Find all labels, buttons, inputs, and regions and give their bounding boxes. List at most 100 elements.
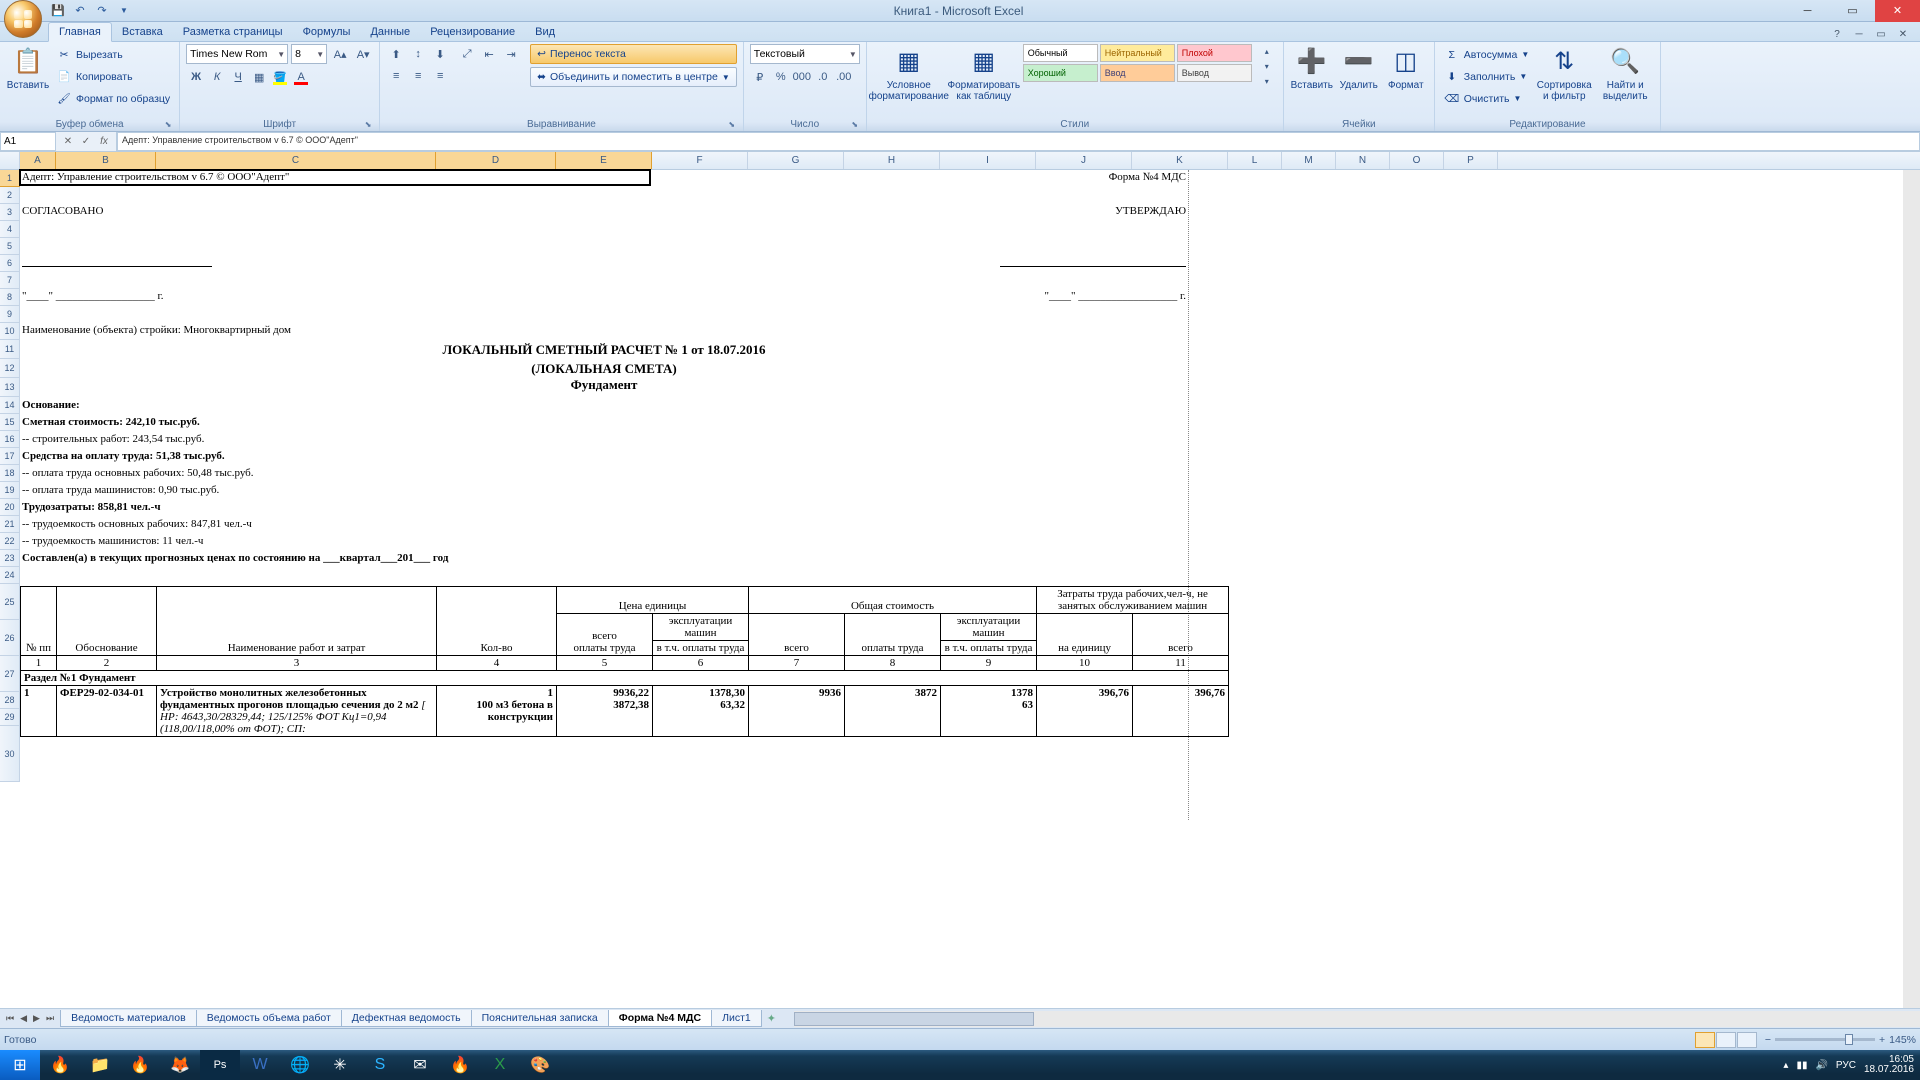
- insert-cells-button[interactable]: ➕Вставить: [1290, 44, 1334, 91]
- vertical-scrollbar[interactable]: [1903, 170, 1920, 1008]
- row-header-24[interactable]: 24: [0, 567, 20, 584]
- row-header-27[interactable]: 27: [0, 656, 20, 692]
- style-swatch[interactable]: Ввод: [1100, 64, 1175, 82]
- row-header-25[interactable]: 25: [0, 584, 20, 620]
- wrap-text-button[interactable]: ↩Перенос текста: [530, 44, 737, 64]
- view-page-layout-icon[interactable]: [1716, 1032, 1736, 1048]
- dialog-launcher-icon[interactable]: ⬊: [850, 120, 860, 130]
- font-color-button[interactable]: A: [291, 67, 311, 87]
- fill-color-button[interactable]: 🪣: [270, 67, 290, 87]
- col-header-I[interactable]: I: [940, 152, 1036, 169]
- row-header-23[interactable]: 23: [0, 550, 20, 567]
- row-header-13[interactable]: 13: [0, 378, 20, 397]
- row-header-11[interactable]: 11: [0, 340, 20, 359]
- row-header-19[interactable]: 19: [0, 482, 20, 499]
- align-middle-icon[interactable]: ↕: [408, 44, 428, 64]
- sheet-tab[interactable]: Пояснительная записка: [471, 1010, 609, 1027]
- currency-icon[interactable]: ₽: [750, 67, 770, 87]
- delete-cells-button[interactable]: ➖Удалить: [1337, 44, 1381, 91]
- tray-expand-icon[interactable]: ▴: [1783, 1060, 1788, 1071]
- horizontal-scrollbar[interactable]: [794, 1011, 1920, 1027]
- row-header-7[interactable]: 7: [0, 272, 20, 289]
- paste-button[interactable]: 📋 Вставить: [6, 44, 50, 91]
- formula-input[interactable]: Адепт: Управление строительством v 6.7 ©…: [117, 132, 1920, 151]
- col-header-O[interactable]: O: [1390, 152, 1444, 169]
- row-header-10[interactable]: 10: [0, 323, 20, 340]
- find-select-button[interactable]: 🔍Найти и выделить: [1596, 44, 1654, 102]
- number-format-combo[interactable]: Текстовый▼: [750, 44, 860, 64]
- sheet-nav-last-icon[interactable]: ⏭: [44, 1013, 56, 1024]
- format-painter-button[interactable]: 🖌Формат по образцу: [53, 88, 173, 109]
- format-as-table-button[interactable]: ▦Форматировать как таблицу: [948, 44, 1020, 102]
- font-name-combo[interactable]: Times New Rom▼: [186, 44, 288, 64]
- row-header-29[interactable]: 29: [0, 709, 20, 726]
- dialog-launcher-icon[interactable]: ⬊: [727, 120, 737, 130]
- conditional-format-button[interactable]: ▦Условное форматирование: [873, 44, 945, 102]
- zoom-slider[interactable]: [1775, 1038, 1875, 1041]
- col-header-P[interactable]: P: [1444, 152, 1498, 169]
- col-header-J[interactable]: J: [1036, 152, 1132, 169]
- percent-icon[interactable]: %: [771, 67, 791, 87]
- col-header-E[interactable]: E: [556, 152, 652, 169]
- style-swatch[interactable]: Обычный: [1023, 44, 1098, 62]
- cell-styles-gallery[interactable]: ОбычныйНейтральныйПлохойХорошийВводВывод: [1023, 44, 1252, 82]
- style-swatch[interactable]: Хороший: [1023, 64, 1098, 82]
- tray-volume-icon[interactable]: 🔊: [1815, 1060, 1827, 1071]
- align-top-icon[interactable]: ⬆: [386, 44, 406, 64]
- bold-button[interactable]: Ж: [186, 67, 206, 87]
- italic-button[interactable]: К: [207, 67, 227, 87]
- row-header-4[interactable]: 4: [0, 221, 20, 238]
- tab-review[interactable]: Рецензирование: [420, 23, 525, 41]
- help-icon[interactable]: ?: [1828, 27, 1846, 41]
- sheet-nav-next-icon[interactable]: ▶: [31, 1013, 42, 1024]
- sheet-nav-prev-icon[interactable]: ◀: [18, 1013, 29, 1024]
- row-header-8[interactable]: 8: [0, 289, 20, 306]
- tab-view[interactable]: Вид: [525, 23, 565, 41]
- zoom-level[interactable]: 145%: [1889, 1034, 1916, 1046]
- col-header-H[interactable]: H: [844, 152, 940, 169]
- qat-dropdown-icon[interactable]: ▼: [116, 3, 132, 19]
- font-size-combo[interactable]: 8▼: [291, 44, 327, 64]
- col-header-M[interactable]: M: [1282, 152, 1336, 169]
- row-header-16[interactable]: 16: [0, 431, 20, 448]
- tab-home[interactable]: Главная: [48, 22, 112, 42]
- taskbar-app-4[interactable]: 🔥: [440, 1050, 480, 1080]
- orientation-icon[interactable]: ⤢: [457, 44, 477, 64]
- col-header-G[interactable]: G: [748, 152, 844, 169]
- mdi-close[interactable]: ✕: [1894, 27, 1912, 41]
- select-all-corner[interactable]: [0, 152, 20, 169]
- tab-formulas[interactable]: Формулы: [293, 23, 361, 41]
- cancel-formula-icon[interactable]: ✕: [60, 136, 76, 147]
- row-header-18[interactable]: 18: [0, 465, 20, 482]
- office-button[interactable]: [4, 0, 42, 38]
- new-sheet-icon[interactable]: ✦: [761, 1012, 782, 1025]
- fill-button[interactable]: ⬇Заполнить▼: [1441, 66, 1532, 87]
- taskbar-app-3[interactable]: ✳: [320, 1050, 360, 1080]
- view-normal-icon[interactable]: [1695, 1032, 1715, 1048]
- taskbar-app-2[interactable]: 🔥: [120, 1050, 160, 1080]
- style-swatch[interactable]: Плохой: [1177, 44, 1252, 62]
- copy-button[interactable]: 📄Копировать: [53, 66, 173, 87]
- taskbar-photoshop[interactable]: Ps: [200, 1050, 240, 1080]
- col-header-B[interactable]: B: [56, 152, 156, 169]
- col-header-D[interactable]: D: [436, 152, 556, 169]
- taskbar-skype[interactable]: S: [360, 1050, 400, 1080]
- minimize-button[interactable]: ─: [1785, 0, 1830, 22]
- name-box[interactable]: [0, 132, 56, 151]
- align-center-icon[interactable]: ≡: [408, 66, 428, 86]
- row-header-2[interactable]: 2: [0, 187, 20, 204]
- gallery-down-icon[interactable]: ▾: [1257, 59, 1277, 73]
- fx-icon[interactable]: fx: [96, 136, 112, 147]
- enter-formula-icon[interactable]: ✓: [78, 136, 94, 147]
- save-icon[interactable]: 💾: [50, 3, 66, 19]
- col-header-F[interactable]: F: [652, 152, 748, 169]
- sort-filter-button[interactable]: ⇅Сортировка и фильтр: [1535, 44, 1593, 102]
- sheet-tab[interactable]: Форма №4 МДС: [608, 1010, 712, 1027]
- cut-button[interactable]: ✂Вырезать: [53, 44, 173, 65]
- col-header-K[interactable]: K: [1132, 152, 1228, 169]
- gallery-more-icon[interactable]: ▾: [1257, 74, 1277, 88]
- row-header-26[interactable]: 26: [0, 620, 20, 656]
- tray-lang[interactable]: РУС: [1836, 1060, 1856, 1071]
- shrink-font-icon[interactable]: A▾: [353, 44, 373, 64]
- tab-insert[interactable]: Вставка: [112, 23, 173, 41]
